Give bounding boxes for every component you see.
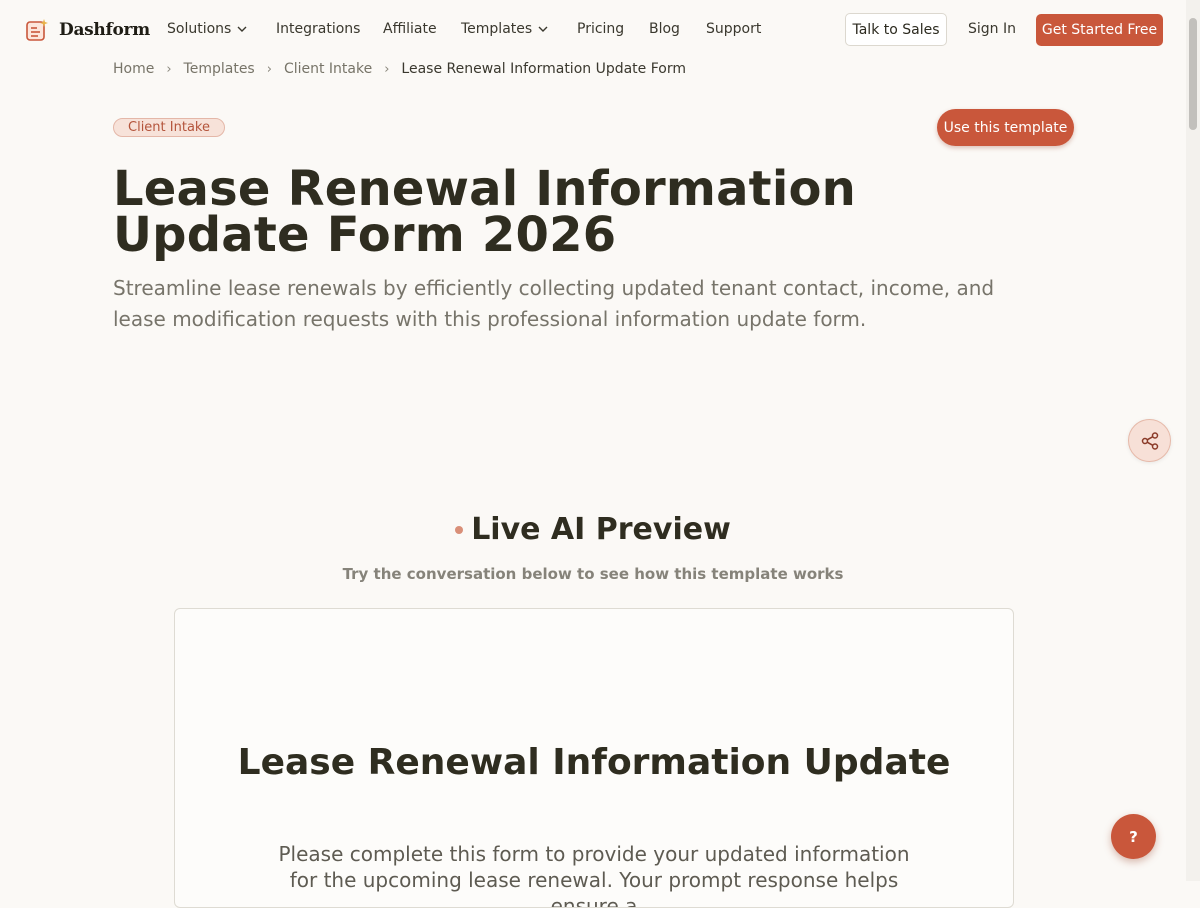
form-intro: Please complete this form to provide you… — [278, 842, 910, 908]
share-icon — [1141, 431, 1158, 450]
scrollbar-thumb[interactable] — [1189, 18, 1197, 130]
use-template-button[interactable]: Use this template — [937, 109, 1074, 146]
talk-to-sales-button[interactable]: Talk to Sales — [845, 13, 947, 46]
live-preview-title: Live AI Preview — [471, 512, 731, 547]
chevron-down-icon — [237, 26, 247, 32]
page-subtitle: Streamline lease renewals by efficiently… — [113, 276, 995, 331]
nav-pricing[interactable]: Pricing — [577, 21, 624, 37]
live-preview-subtitle: Try the conversation below to see how th… — [342, 565, 844, 583]
form-title: Lease Renewal Information Update — [237, 742, 951, 783]
share-button[interactable] — [1128, 419, 1171, 462]
chevron-right-icon: › — [384, 61, 390, 77]
nav-affiliate[interactable]: Affiliate — [383, 21, 437, 37]
category-badge[interactable]: Client Intake — [113, 118, 225, 137]
brand-name: Dashform — [59, 20, 150, 40]
nav-templates[interactable]: Templates — [461, 21, 548, 37]
chevron-right-icon: › — [266, 61, 272, 77]
chevron-right-icon: › — [166, 61, 172, 77]
sign-in-link[interactable]: Sign In — [968, 21, 1016, 37]
top-navigation: Dashform Solutions Integrations Affiliat… — [0, 0, 1186, 60]
nav-templates-label: Templates — [461, 21, 533, 37]
breadcrumb-current: Lease Renewal Information Update Form — [401, 61, 687, 77]
live-preview-heading: Live AI Preview — [0, 512, 1186, 547]
preview-card: Lease Renewal Information Update Please … — [174, 608, 1014, 908]
chevron-down-icon — [538, 26, 548, 32]
breadcrumb-home[interactable]: Home — [113, 61, 154, 77]
nav-solutions-label: Solutions — [167, 21, 232, 37]
page-title: Lease Renewal Information Update Form 20… — [113, 161, 857, 263]
nav-support[interactable]: Support — [706, 21, 761, 37]
nav-integrations[interactable]: Integrations — [276, 21, 360, 37]
nav-solutions[interactable]: Solutions — [167, 21, 247, 37]
breadcrumb-client-intake[interactable]: Client Intake — [284, 61, 372, 77]
scrollbar[interactable] — [1186, 0, 1200, 881]
live-dot-icon — [455, 525, 464, 534]
form-sparkle-icon — [25, 18, 49, 42]
get-started-button[interactable]: Get Started Free — [1036, 14, 1163, 46]
breadcrumb-templates[interactable]: Templates — [184, 61, 255, 77]
help-button[interactable]: ? — [1111, 814, 1156, 859]
nav-blog[interactable]: Blog — [649, 21, 680, 37]
brand-logo[interactable]: Dashform — [25, 18, 150, 42]
breadcrumb: Home › Templates › Client Intake › Lease… — [113, 61, 686, 77]
